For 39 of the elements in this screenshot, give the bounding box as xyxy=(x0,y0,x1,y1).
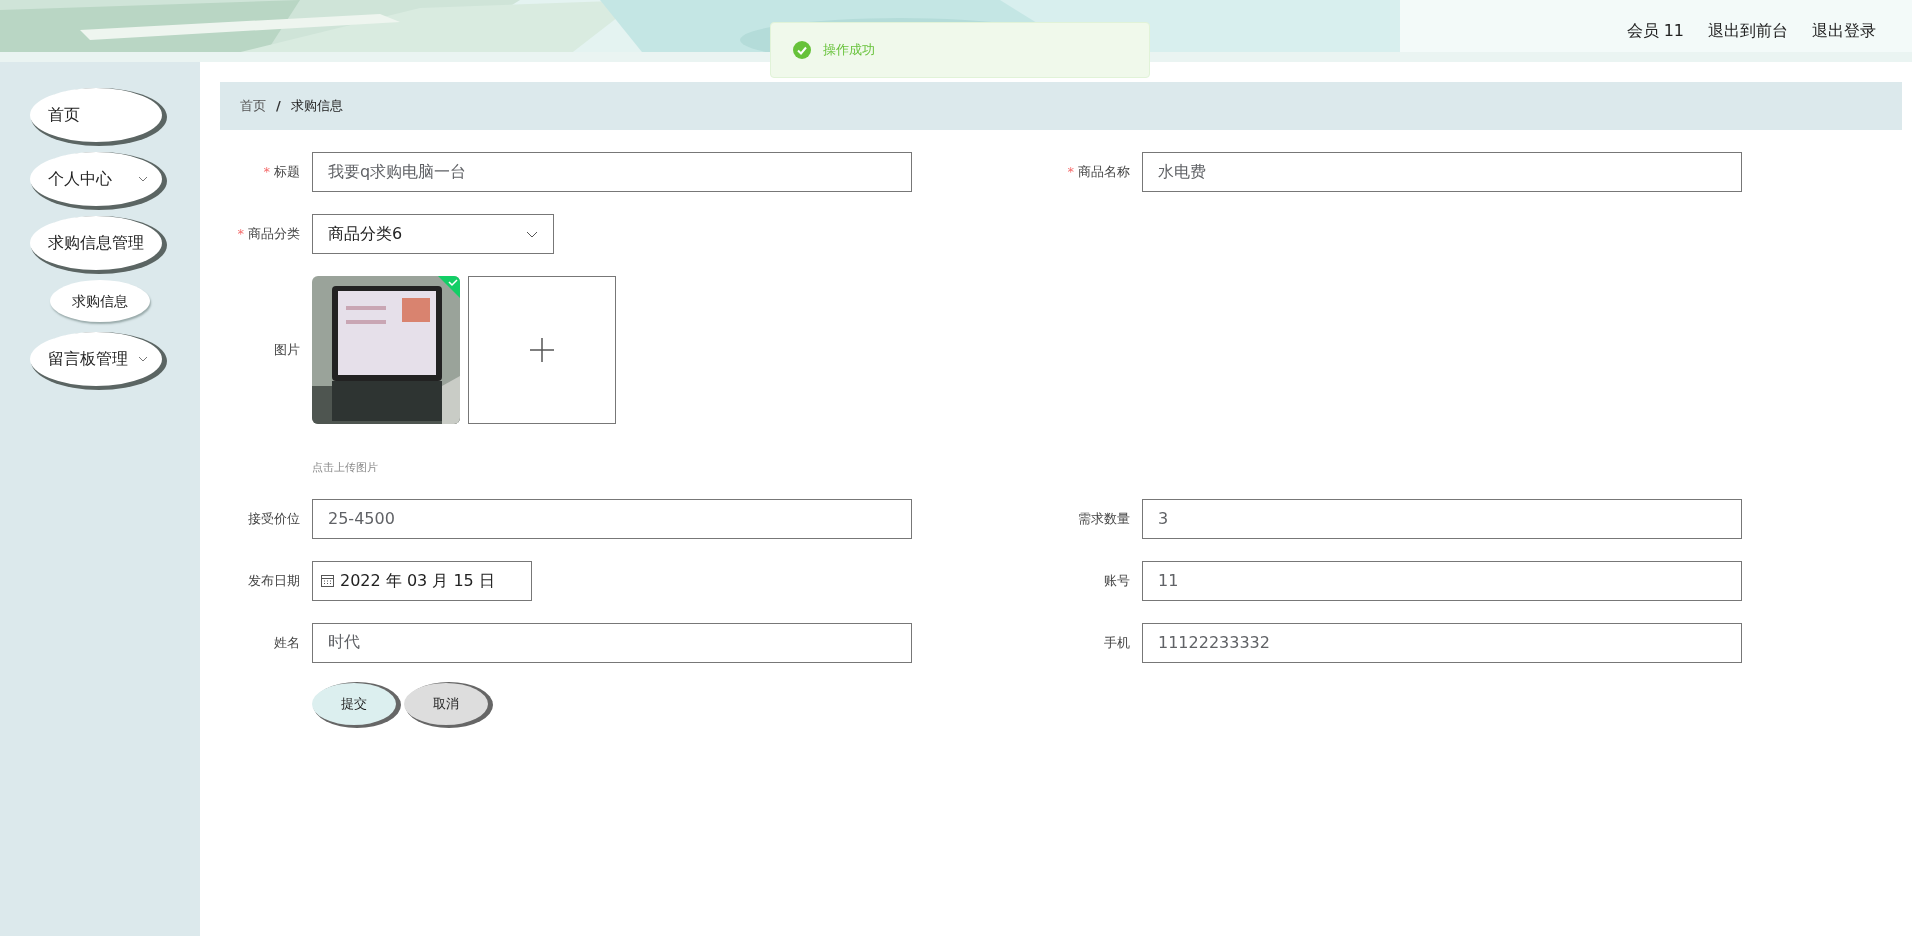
input-field[interactable]: 水电费 xyxy=(1142,152,1742,192)
input-field[interactable]: 11122233332 xyxy=(1142,622,1742,663)
field-label: 标题 xyxy=(274,164,300,180)
field-label: 手机 xyxy=(1104,634,1130,650)
plus-icon xyxy=(530,338,554,362)
field-label: 商品名称 xyxy=(1078,164,1130,180)
field-label: 图片 xyxy=(274,342,300,358)
select-field[interactable]: 商品分类6 xyxy=(312,214,554,254)
field-label: 需求数量 xyxy=(1078,510,1130,526)
chevron-down-icon xyxy=(526,230,538,238)
required-mark: * xyxy=(1067,164,1074,180)
success-icon xyxy=(793,41,811,59)
input-field[interactable]: 时代 xyxy=(312,622,912,663)
success-check-icon xyxy=(438,276,460,298)
calendar-icon xyxy=(321,574,334,587)
chevron-down-icon xyxy=(138,356,148,362)
breadcrumb-separator: / xyxy=(276,97,281,116)
header-link[interactable]: 退出登录 xyxy=(1812,19,1876,43)
input-field[interactable]: 3 xyxy=(1142,498,1742,539)
field-label: 姓名 xyxy=(274,634,300,650)
chevron-down-icon xyxy=(138,176,148,182)
breadcrumb-link[interactable]: 首页 xyxy=(240,96,266,116)
input-field[interactable]: 25-4500 xyxy=(312,498,912,539)
date-field[interactable]: 2022 年 03 月 15 日 xyxy=(312,560,532,601)
field-label: 商品分类 xyxy=(248,226,300,242)
sidebar-subitem[interactable]: 求购信息 xyxy=(50,280,150,322)
upload-hint: 点击上传图片 xyxy=(312,460,379,476)
required-mark: * xyxy=(237,226,244,242)
field-label: 发布日期 xyxy=(248,572,300,588)
breadcrumb-current: 求购信息 xyxy=(290,97,343,116)
field-label: 账号 xyxy=(1104,572,1130,588)
toast-message: 操作成功 xyxy=(770,22,1150,78)
field-label: 接受价位 xyxy=(248,510,300,526)
header-link[interactable]: 会员 11 xyxy=(1626,19,1684,43)
required-mark: * xyxy=(263,164,270,180)
upload-tile[interactable] xyxy=(468,276,616,424)
header-link[interactable]: 退出到前台 xyxy=(1708,19,1788,43)
input-field[interactable]: 11 xyxy=(1142,560,1742,601)
input-field[interactable]: 我要q求购电脑一台 xyxy=(312,152,912,192)
